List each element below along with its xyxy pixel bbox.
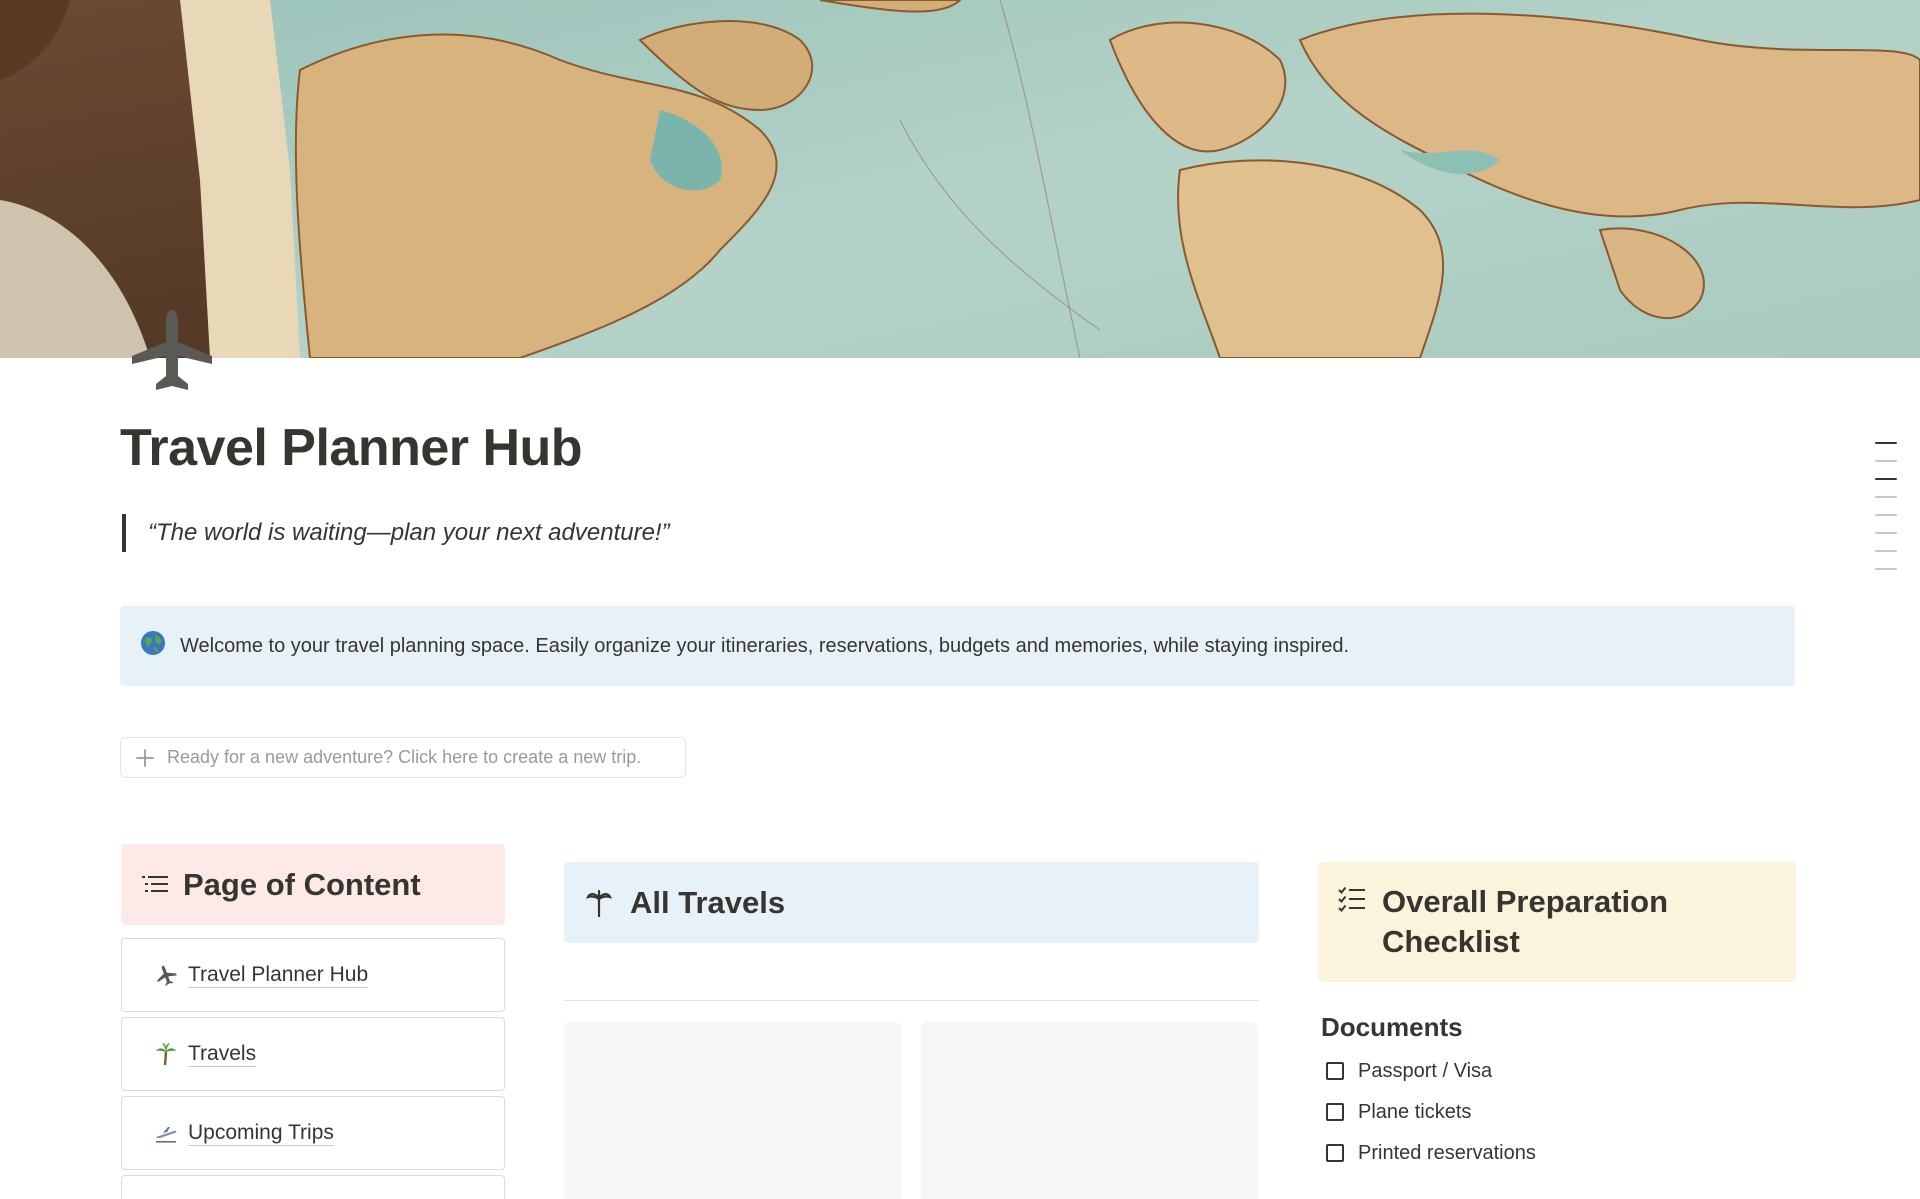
plus-icon [136,748,154,767]
checklist-header: Overall Preparation Checklist [1318,862,1796,982]
outline-marker[interactable] [1875,514,1897,516]
airplane-icon [154,963,178,987]
todo-label: Passport / Visa [1358,1059,1493,1082]
toc-item-label: Travels [188,1041,257,1067]
toc-item-travel-planner-hub[interactable]: Travel Planner Hub [121,938,505,1012]
page-outline-nav[interactable] [1875,442,1897,586]
todo-label: Plane tickets [1358,1100,1472,1123]
outline-marker[interactable] [1875,550,1897,552]
callout-text: Welcome to your travel planning space. E… [180,634,1350,657]
page-title[interactable]: Travel Planner Hub [120,418,583,478]
new-trip-label: Ready for a new adventure? Click here to… [167,747,642,767]
welcome-callout[interactable]: Welcome to your travel planning space. E… [120,606,1795,686]
new-trip-button[interactable]: Ready for a new adventure? Click here to… [120,737,686,778]
toc-item-partial[interactable] [121,1175,505,1199]
travel-card[interactable] [921,1022,1258,1199]
documents-heading[interactable]: Documents [1321,1012,1463,1043]
todo-item[interactable]: Passport / Visa [1326,1056,1492,1086]
notion-page: Travel Planner Hub “The world is waiting… [0,0,1920,1199]
checkbox[interactable] [1326,1062,1344,1080]
palm-tree-icon [154,1042,178,1066]
toc-item-travels[interactable]: Travels [121,1017,505,1091]
cover-image[interactable] [0,0,1920,358]
table-of-contents-icon [142,875,168,892]
todo-label: Printed reservations [1358,1141,1536,1164]
palm-tree-icon [586,889,612,917]
airplane-icon[interactable] [126,306,218,398]
todo-item[interactable]: Plane tickets [1326,1097,1471,1127]
world-map-illustration [0,0,1920,358]
outline-marker[interactable] [1875,496,1897,498]
globe-icon [141,631,165,655]
outline-marker[interactable] [1875,442,1897,444]
outline-marker[interactable] [1875,532,1897,534]
checklist-title: Overall Preparation Checklist [1382,884,1669,959]
all-travels-header: All Travels [564,862,1259,943]
todo-item[interactable]: Printed reservations [1326,1138,1536,1168]
toc-title: Page of Content [183,866,421,902]
outline-marker[interactable] [1875,568,1897,570]
outline-marker[interactable] [1875,478,1897,480]
toc-item-label: Travel Planner Hub [188,962,369,988]
checkbox[interactable] [1326,1144,1344,1162]
quote-block[interactable]: “The world is waiting—plan your next adv… [122,514,670,552]
travel-card[interactable] [564,1022,901,1199]
outline-marker[interactable] [1875,460,1897,462]
plane-departure-icon [154,1121,178,1145]
all-travels-title: All Travels [630,884,786,920]
toc-item-upcoming-trips[interactable]: Upcoming Trips [121,1096,505,1170]
checklist-icon [1338,886,1365,912]
toc-header: Page of Content [121,844,505,925]
toc-item-label: Upcoming Trips [188,1120,334,1146]
divider [564,1000,1259,1001]
checkbox[interactable] [1326,1103,1344,1121]
